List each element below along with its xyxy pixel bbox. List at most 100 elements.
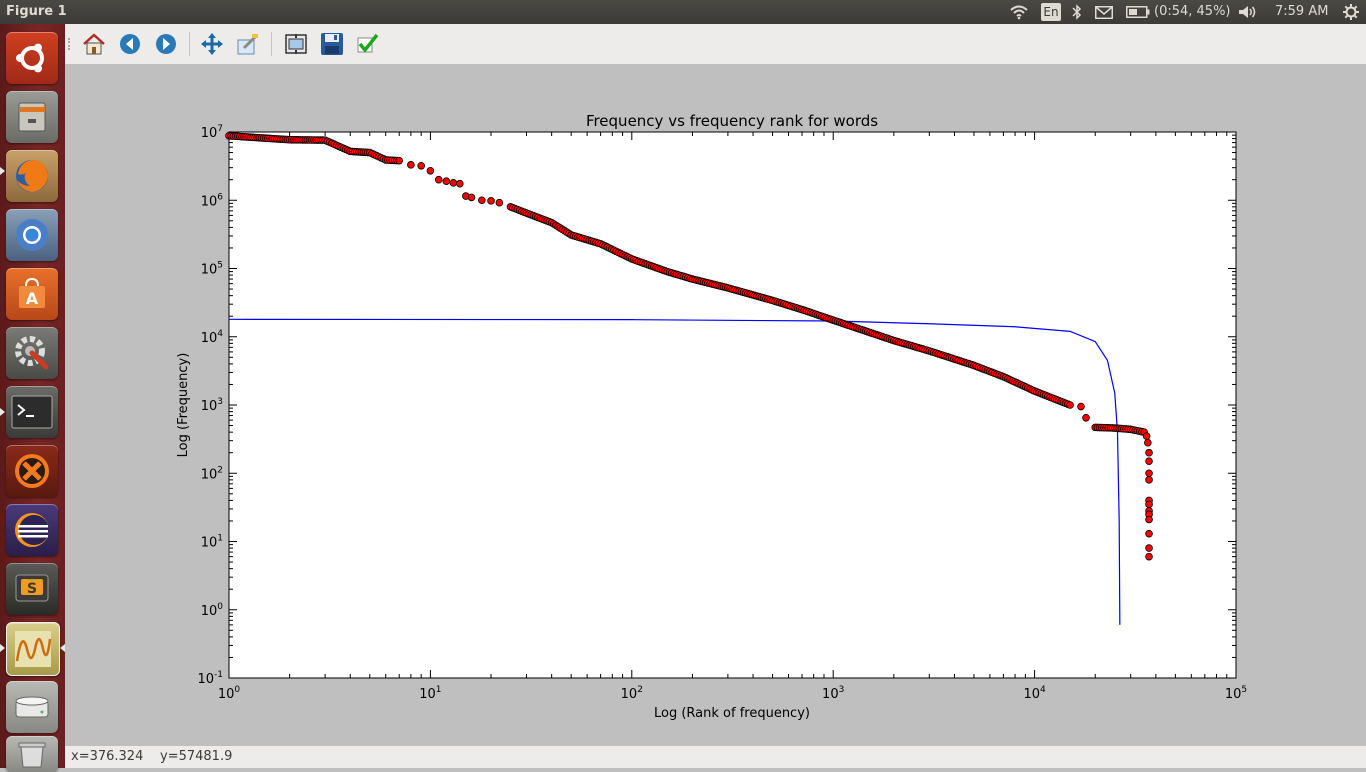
mail-icon[interactable] [1093, 2, 1115, 22]
scatter-point [1145, 448, 1153, 457]
tick-label: 10-1 [197, 670, 223, 687]
scatter-point [1144, 438, 1152, 447]
save-button[interactable] [320, 32, 344, 56]
figure-canvas[interactable]: 100 101 102 103 104 105 10-1 100 101 102 103 104 105… [65, 64, 1366, 746]
toolbar-separator [271, 32, 272, 56]
scatter-point [1145, 476, 1153, 484]
tick-label: 101 [201, 534, 223, 551]
running-indicator [0, 408, 5, 416]
trash-icon [18, 742, 46, 768]
edit-parameters-button[interactable] [356, 32, 380, 56]
toolbar-separator [189, 32, 190, 56]
scatter-point [1145, 544, 1153, 552]
scatter-point [1145, 469, 1153, 478]
zoom-rect-icon [237, 34, 258, 55]
launcher-chromium[interactable] [6, 209, 58, 261]
floppy-disk-icon [321, 33, 343, 55]
tick-label: 104 [1023, 685, 1046, 702]
chart-title: Frequency vs frequency rank for words [586, 112, 878, 130]
forward-button[interactable] [154, 32, 178, 56]
toolbar [65, 24, 1366, 65]
scatter-point [478, 196, 486, 205]
zoom-button[interactable] [236, 32, 260, 56]
launcher-software-center[interactable]: A [6, 268, 58, 320]
launcher-xampp[interactable] [6, 445, 58, 497]
xampp-icon [15, 454, 49, 488]
scatter-point [407, 161, 415, 169]
chromium-icon [16, 219, 48, 251]
tick-label: 105 [1225, 685, 1247, 702]
scatter-point [456, 179, 464, 188]
keyboard-indicator[interactable]: En [1041, 3, 1061, 21]
sublime-icon: S [15, 574, 49, 602]
running-indicator [0, 644, 5, 652]
launcher-system-monitor[interactable] [6, 622, 60, 676]
scatter-point [1145, 515, 1153, 524]
top-panel: Figure 1 En (0:54, 45%) 7:59 AM [0, 0, 1366, 24]
back-button[interactable] [118, 32, 142, 56]
system-gear-icon[interactable] [1341, 2, 1361, 22]
launcher: A S [0, 24, 65, 772]
checkmark-icon [357, 33, 379, 53]
clock[interactable]: 7:59 AM [1275, 4, 1328, 19]
running-indicator [0, 167, 5, 175]
tick-label: 103 [822, 685, 844, 702]
scatter-point [1145, 529, 1153, 538]
launcher-sublime-text[interactable]: S [6, 563, 58, 615]
pan-button[interactable] [200, 32, 224, 56]
axes-frame [228, 131, 1237, 679]
tick-label: 100 [218, 685, 241, 702]
tick-label: 100 [201, 602, 224, 619]
chart-figure: 100 101 102 103 104 10510-1100101102103104105… [176, 112, 1247, 721]
launcher-trash[interactable] [6, 736, 58, 772]
pan-arrows-icon [201, 33, 223, 55]
launcher-disk[interactable] [6, 681, 58, 733]
scatter-point [442, 177, 451, 186]
battery-icon[interactable] [1125, 2, 1151, 22]
hard-disk-icon [15, 696, 49, 718]
back-arrow-icon [120, 34, 140, 54]
firefox-icon [16, 160, 48, 192]
scatter-point [434, 175, 443, 184]
scatter-point [417, 161, 425, 170]
tick-label: 107 [201, 124, 223, 141]
scatter-point [1082, 413, 1090, 422]
tick-label: 101 [419, 685, 441, 702]
scatter-point [1145, 552, 1153, 561]
toolbar-grip[interactable] [68, 38, 73, 50]
tick-label: 103 [201, 397, 223, 414]
eclipse-icon [15, 513, 49, 547]
tick-label: 106 [201, 192, 224, 209]
scatter-point [395, 156, 404, 165]
terminal-icon [11, 395, 53, 429]
scatter-point [1145, 500, 1153, 509]
configure-subplots-button[interactable] [284, 32, 308, 56]
launcher-files[interactable] [6, 91, 58, 143]
battery-status: (0:54, 45%) [1154, 4, 1231, 19]
scatter-point [1066, 401, 1074, 409]
file-cabinet-icon [18, 102, 46, 132]
scatter-point [426, 167, 435, 175]
tick-label: 104 [201, 329, 224, 346]
bluetooth-icon[interactable] [1068, 2, 1086, 22]
home-button[interactable] [82, 32, 106, 56]
wifi-icon[interactable] [1008, 2, 1030, 22]
volume-icon[interactable] [1236, 2, 1260, 22]
launcher-ubuntu-dash[interactable] [6, 32, 58, 84]
scatter-point [449, 179, 458, 187]
cursor-x-readout: x=376.324 [71, 749, 144, 764]
settings-wrench-icon [15, 336, 49, 370]
scatter-point [1145, 457, 1153, 466]
subplots-icon [285, 34, 307, 54]
launcher-firefox[interactable] [6, 150, 58, 202]
forward-arrow-icon [156, 34, 176, 54]
window-title: Figure 1 [6, 4, 67, 19]
x-axis-label: Log (Rank of frequency) [654, 706, 810, 721]
svg-text:A: A [26, 289, 39, 308]
launcher-terminal[interactable] [6, 386, 58, 438]
system-monitor-icon [15, 631, 52, 667]
launcher-eclipse[interactable] [6, 504, 58, 556]
launcher-system-settings[interactable] [6, 327, 58, 379]
scatter-point [1142, 432, 1151, 440]
svg-text:S: S [27, 581, 37, 597]
